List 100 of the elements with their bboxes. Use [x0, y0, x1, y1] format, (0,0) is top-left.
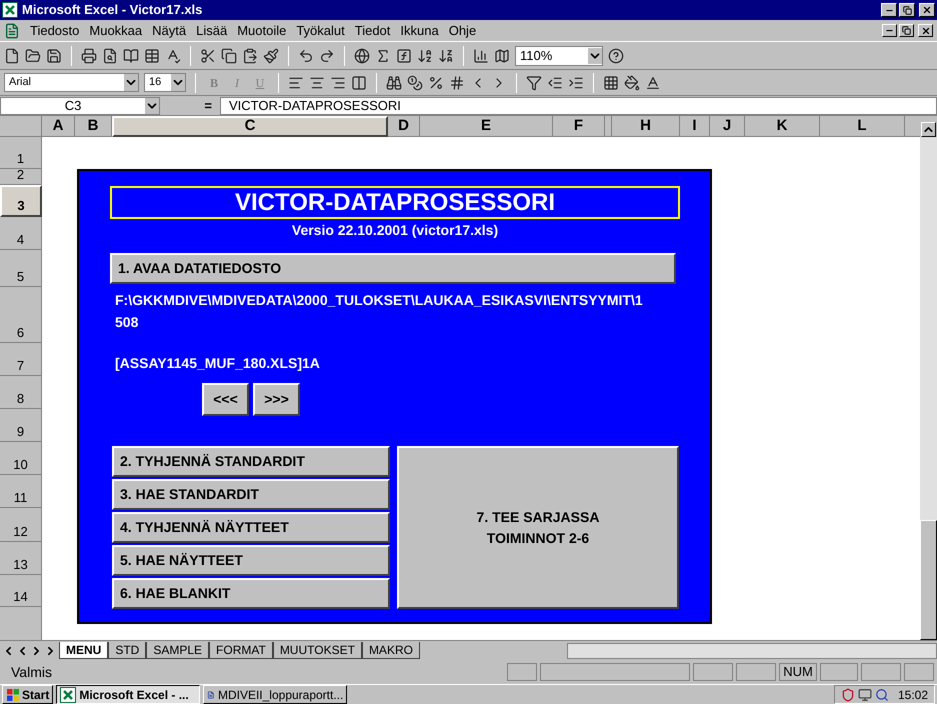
next-button[interactable]: >>> — [253, 383, 300, 416]
binoculars-icon[interactable] — [386, 74, 402, 90]
function-icon[interactable] — [396, 48, 412, 64]
row-header[interactable]: 14 — [0, 575, 42, 607]
restore-button[interactable] — [899, 24, 914, 37]
undo-icon[interactable] — [298, 48, 314, 64]
menu-item[interactable]: Lisää — [192, 20, 232, 40]
row-header[interactable]: 5 — [0, 250, 42, 287]
sheet-tab[interactable]: FORMAT — [209, 642, 273, 659]
start-button[interactable]: Start — [2, 685, 54, 704]
column-header[interactable]: J — [710, 116, 745, 137]
paste-icon[interactable] — [242, 48, 258, 64]
menu-item[interactable]: Tiedot — [350, 20, 394, 40]
run-batch-button[interactable]: 7. TEE SARJASSA TOIMINNOT 2-6 — [397, 446, 679, 609]
column-header[interactable]: F — [553, 116, 605, 137]
column-header[interactable]: L — [820, 116, 905, 137]
action-button[interactable]: 4. TYHJENNÄ NÄYTTEET — [112, 512, 390, 543]
column-header[interactable]: I — [680, 116, 710, 137]
scroll-up-icon[interactable] — [921, 122, 936, 137]
column-header[interactable]: E — [420, 116, 553, 137]
row-header[interactable]: 10 — [0, 442, 42, 475]
menu-item[interactable]: Ikkuna — [396, 20, 443, 40]
sheet-tab[interactable]: MUUTOKSET — [272, 642, 362, 659]
close-button[interactable] — [918, 24, 933, 37]
table-icon[interactable] — [144, 48, 160, 64]
row-header[interactable]: 12 — [0, 508, 42, 542]
action-button[interactable]: 5. HAE NÄYTTEET — [112, 545, 390, 576]
menu-item[interactable]: Muokkaa — [85, 20, 146, 40]
cut-icon[interactable] — [200, 48, 216, 64]
indent-icon[interactable] — [568, 74, 584, 90]
align-right-icon[interactable] — [330, 74, 346, 90]
column-header[interactable]: B — [75, 116, 112, 137]
menu-item[interactable]: Näytä — [148, 20, 190, 40]
row-header[interactable]: 2 — [0, 169, 42, 185]
column-header[interactable]: C — [112, 116, 388, 137]
column-header[interactable]: K — [745, 116, 820, 137]
font-color-icon[interactable] — [645, 74, 661, 90]
shield-icon[interactable] — [840, 688, 855, 702]
print-preview-icon[interactable] — [102, 48, 118, 64]
sort-ascending-icon[interactable] — [417, 48, 433, 64]
column-header[interactable]: A — [42, 116, 75, 137]
align-center-icon[interactable] — [309, 74, 325, 90]
globe-icon[interactable] — [354, 48, 370, 64]
search-icon[interactable] — [874, 688, 889, 702]
row-header[interactable]: 1 — [0, 137, 42, 169]
font-size-dropdown[interactable]: 16 — [144, 73, 186, 92]
row-header[interactable]: 11 — [0, 475, 42, 508]
sheet-tab[interactable]: MAKRO — [362, 642, 420, 659]
horizontal-scrollbar[interactable] — [567, 642, 937, 658]
name-box[interactable]: C3 — [0, 96, 160, 114]
row-header[interactable]: 13 — [0, 542, 42, 575]
borders-icon[interactable] — [603, 74, 619, 90]
action-button[interactable]: 3. HAE STANDARDIT — [112, 479, 390, 510]
open-data-file-button[interactable]: 1. AVAA DATATIEDOSTO — [110, 253, 676, 284]
column-header[interactable]: H — [612, 116, 680, 137]
workbook-icon[interactable] — [4, 22, 20, 38]
taskbar-button[interactable]: MDIVEII_loppuraportt... — [203, 685, 348, 704]
monitor-icon[interactable] — [858, 688, 872, 702]
book-icon[interactable] — [123, 48, 139, 64]
formula-field[interactable]: VICTOR-DATAPROSESSORI — [220, 96, 937, 114]
currency-icon[interactable] — [407, 74, 423, 90]
row-header[interactable]: 9 — [0, 409, 42, 442]
row-header[interactable]: 8 — [0, 376, 42, 409]
align-left-icon[interactable] — [288, 74, 304, 90]
menu-item[interactable]: Työkalut — [292, 20, 349, 40]
save-icon[interactable] — [46, 48, 62, 64]
restore-button[interactable] — [899, 3, 915, 17]
percent-icon[interactable] — [428, 74, 444, 90]
row-header[interactable]: 4 — [0, 217, 42, 250]
printer-icon[interactable] — [81, 48, 97, 64]
outdent-icon[interactable] — [547, 74, 563, 90]
close-button[interactable] — [919, 3, 935, 17]
previous-button[interactable]: <<< — [202, 383, 249, 416]
font-dropdown[interactable]: Arial — [4, 73, 139, 92]
help-icon[interactable] — [608, 48, 624, 64]
chart-icon[interactable] — [473, 48, 489, 64]
menu-item[interactable]: Muotoile — [233, 20, 290, 40]
menu-item[interactable]: Tiedosto — [26, 20, 84, 40]
action-button[interactable]: 2. TYHJENNÄ STANDARDIT — [112, 446, 390, 477]
taskbar-button[interactable]: Microsoft Excel - ... — [56, 685, 200, 704]
map-icon[interactable] — [494, 48, 510, 64]
sort-descending-icon[interactable] — [438, 48, 454, 64]
copy-icon[interactable] — [221, 48, 237, 64]
sheet-tab[interactable]: SAMPLE — [146, 642, 210, 659]
new-file-icon[interactable] — [4, 48, 20, 64]
zoom-dropdown[interactable]: 110% — [515, 46, 603, 66]
menu-item[interactable]: Ohje — [444, 20, 480, 40]
fill-color-icon[interactable] — [624, 74, 640, 90]
row-header[interactable]: 6 — [0, 287, 42, 343]
sheet-tab[interactable]: MENU — [59, 642, 108, 659]
row-header[interactable]: 3 — [0, 185, 42, 217]
minimize-button[interactable] — [882, 24, 897, 37]
folder-icon[interactable] — [25, 48, 41, 64]
sheet-tab[interactable]: STD — [108, 642, 146, 659]
filter-icon[interactable] — [526, 74, 542, 90]
minimize-button[interactable] — [881, 3, 897, 17]
merge-icon[interactable] — [351, 74, 367, 90]
action-button[interactable]: 6. HAE BLANKIT — [112, 578, 390, 609]
column-header[interactable]: D — [388, 116, 420, 137]
row-header[interactable]: 7 — [0, 343, 42, 376]
